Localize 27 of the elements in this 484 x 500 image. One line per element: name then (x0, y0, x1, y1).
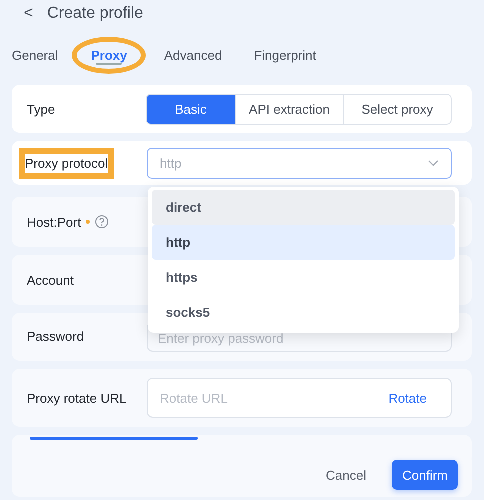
rotate-link[interactable]: Rotate (382, 390, 433, 406)
tab[interactable]: Fingerprint (254, 40, 316, 70)
field-label: Proxy protocol (25, 154, 108, 172)
field-label: Proxy rotate URL (27, 390, 128, 406)
tab[interactable]: Advanced (164, 40, 222, 70)
password-field[interactable]: Enter proxy password (147, 325, 452, 352)
segment-button[interactable]: Select proxy (343, 94, 452, 124)
tab[interactable]: Proxy (72, 36, 146, 74)
field-label: Account (27, 272, 75, 288)
rotate-url-field[interactable]: Rotate URL Rotate (147, 378, 452, 418)
field-label: Password (27, 329, 86, 344)
tab[interactable]: General (12, 40, 58, 70)
help-icon (95, 215, 110, 229)
segment-button[interactable]: Basic (146, 94, 236, 124)
confirm-button[interactable]: Confirm (392, 460, 458, 490)
dropdown-option[interactable]: https (152, 260, 455, 295)
back-button[interactable]: < (24, 5, 34, 23)
page-title: Create profile (47, 5, 144, 23)
dropdown-option[interactable]: http (152, 225, 455, 260)
segment-button[interactable]: API extraction (235, 94, 344, 124)
cancel-button[interactable]: Cancel (318, 462, 374, 488)
dropdown-option[interactable]: direct (152, 190, 455, 225)
partial-button[interactable] (30, 437, 198, 440)
url-input[interactable]: Rotate URL (158, 390, 383, 406)
field-label: Type (27, 102, 56, 116)
field-label: Host:Port (27, 214, 82, 230)
chevron-down-icon (428, 160, 439, 166)
